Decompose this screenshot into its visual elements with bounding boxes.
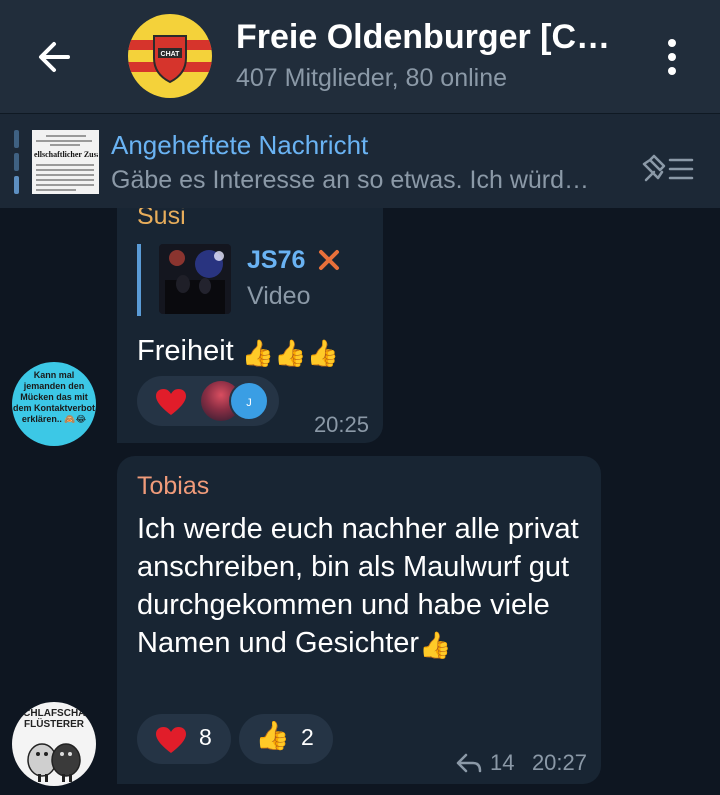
sender-name[interactable]: Tobias [137,472,209,501]
thumbs-up-emoji: 👍👍👍 [241,338,339,368]
reaction-heart[interactable]: 8 [137,714,231,764]
member-count: 407 Mitglieder, 80 online [236,64,508,92]
pinned-label: Angeheftete Nachricht [111,130,369,160]
heart-icon [156,727,186,753]
pinned-message-bar[interactable]: ellschaftlicher Zusammen Angeheftete Nac… [0,113,720,208]
message-time: 20:25 [313,412,369,437]
cross-icon [317,248,341,272]
chat-header: CHAT Freie Oldenburger [Ch… 407 Mitglied… [0,0,720,113]
back-button[interactable] [30,32,80,82]
sender-avatar[interactable]: SCHLAFSCHAF FLÜSTERER [12,702,96,786]
heart-icon [156,389,186,415]
reply-arrow-icon [456,753,482,773]
message-time: 20:27 [531,750,587,775]
sender-avatar[interactable]: Kann mal jemanden den Mücken das mit dem… [12,362,96,446]
pinned-indicator [14,130,19,194]
pinned-preview: Gäbe es Interesse an so etwas. Ich würd… [111,166,590,194]
sender-name[interactable]: Susi [137,208,186,231]
reply-preview[interactable]: JS76 Video [137,244,367,316]
reactor-avatar: J [229,381,269,421]
reaction-heart[interactable]: J [137,376,279,426]
reaction-thumbs-up[interactable]: 👍 2 [239,714,333,764]
message-bubble[interactable]: Tobias Ich werde euch nachher alle priva… [117,456,601,784]
svg-text:CHAT: CHAT [161,51,181,58]
message-list[interactable]: Susi JS76 Video Freiheit 👍👍👍 J 20:25 Kan… [0,208,720,795]
message-text: Freiheit 👍👍👍 [137,335,339,368]
reply-media-type: Video [247,282,311,310]
reaction-count: 8 [199,724,212,750]
more-vertical-icon [668,39,676,75]
group-avatar[interactable]: CHAT [128,14,212,98]
pinned-thumbnail: ellschaftlicher Zusammen [32,130,99,194]
reply-author: JS76 [247,246,306,274]
reaction-count: 2 [301,724,314,750]
arrow-left-icon [39,42,70,72]
pinned-list-icon [642,154,694,182]
chat-title[interactable]: Freie Oldenburger [Ch… [236,18,626,57]
thumbs-up-emoji: 👍 [419,630,452,660]
message-text: Ich werde euch nachher alle privat ansch… [137,513,579,660]
message-bubble[interactable]: Susi JS76 Video Freiheit 👍👍👍 J 20:25 [117,208,383,443]
more-menu-button[interactable] [656,36,688,78]
pinned-list-button[interactable] [640,150,696,186]
thumbs-up-icon: 👍 [255,720,290,751]
video-thumbnail [159,244,231,314]
